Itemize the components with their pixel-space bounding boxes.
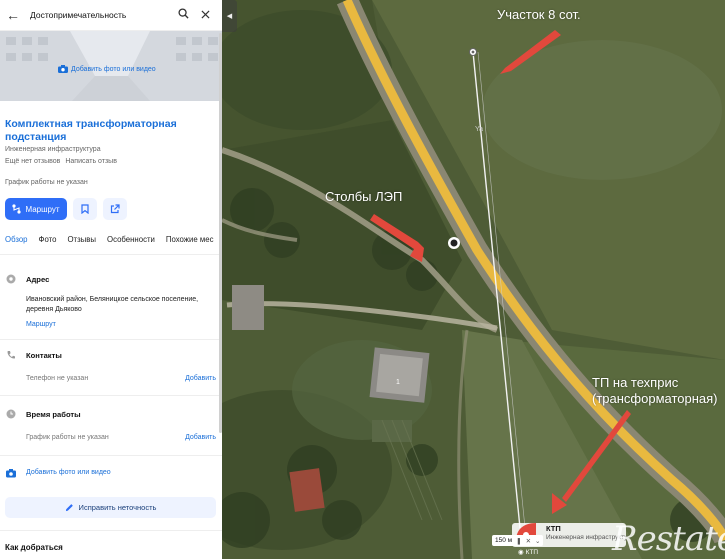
annotation-tp-line2: (трансформаторная)	[592, 391, 718, 406]
place-title[interactable]: Комплектная трансформаторная подстанция	[5, 118, 210, 144]
close-icon[interactable]: ✕	[526, 537, 531, 545]
route-icon	[12, 204, 22, 214]
chevron-down-icon[interactable]: ⌄	[535, 537, 540, 545]
phone-value: Телефон не указан	[26, 375, 89, 382]
tab-photos[interactable]: Фото	[39, 235, 57, 254]
address-label: Адрес	[26, 275, 50, 284]
annotation-tp-line1: ТП на техприс	[592, 375, 679, 390]
tab-similar[interactable]: Похожие мес	[166, 235, 214, 254]
divider	[0, 455, 222, 456]
share-button[interactable]	[103, 198, 127, 220]
add-phone-link[interactable]: Добавить	[185, 375, 216, 382]
divider	[0, 395, 222, 396]
map-scale: 150 м ❚ ✕ ⌄	[492, 535, 544, 546]
place-tabs: Обзор Фото Отзывы Особенности Похожие ме…	[0, 235, 222, 255]
road-label: Ya	[475, 126, 484, 133]
close-icon[interactable]	[194, 6, 216, 24]
hours-value: График работы не указан	[26, 434, 109, 441]
no-reviews-text: Ещё нет отзывов	[5, 158, 61, 165]
back-arrow-icon[interactable]: ←	[6, 7, 24, 23]
reviews-line: Ещё нет отзывов Написать отзыв	[5, 158, 117, 165]
route-button[interactable]: Маршрут	[5, 198, 67, 220]
satellite-map[interactable]: ◀ Участок 8 сот. Столбы ЛЭП ТП на техпри…	[222, 0, 725, 559]
add-photo-link[interactable]: Добавить фото или видео	[58, 65, 156, 73]
hours-label: Время работы	[26, 410, 81, 419]
hours-summary: График работы не указан	[5, 179, 88, 186]
ktp-small-text: КТП	[525, 548, 539, 556]
collapse-panel-button[interactable]: ◀	[222, 0, 237, 32]
place-category: Инженерная инфраструктура	[5, 146, 101, 153]
scale-value: 150 м	[495, 537, 513, 544]
bookmark-button[interactable]	[73, 198, 97, 220]
add-hours-link[interactable]: Добавить	[185, 434, 216, 441]
share-icon	[110, 204, 120, 214]
fix-inaccuracy-button[interactable]: Исправить неточность	[5, 497, 216, 518]
route-button-label: Маршрут	[25, 204, 60, 214]
search-bar: ← Достопримечательность	[0, 0, 222, 31]
fix-button-label: Исправить неточность	[78, 503, 157, 512]
contacts-label: Контакты	[26, 351, 62, 360]
ktp-card-title: КТП	[546, 524, 561, 533]
tab-overview[interactable]: Обзор	[5, 235, 28, 254]
search-icon[interactable]	[172, 6, 194, 24]
tab-features[interactable]: Особенности	[107, 235, 155, 254]
tab-reviews[interactable]: Отзывы	[67, 235, 96, 254]
add-photo-label: Добавить фото или видео	[71, 65, 156, 73]
search-input[interactable]: Достопримечательность	[24, 10, 172, 20]
divider	[0, 339, 222, 340]
address-route-link[interactable]: Маршрут	[26, 321, 56, 328]
pause-icon[interactable]: ❚	[516, 537, 521, 545]
place-card-panel: ← Достопримечательность Добавить фото ил…	[0, 0, 222, 559]
write-review-link[interactable]: Написать отзыв	[65, 158, 117, 165]
bookmark-icon	[81, 204, 89, 214]
phone-icon	[7, 351, 15, 359]
location-pin-icon	[6, 274, 16, 284]
annotation-poles: Столбы ЛЭП	[325, 189, 403, 204]
camera-icon	[6, 469, 16, 478]
ktp-small-label: ◉ КТП	[518, 548, 539, 557]
annotation-plot: Участок 8 сот.	[497, 7, 581, 22]
address-value: Ивановский район, Беляницкое сельское по…	[26, 296, 199, 313]
clock-icon	[6, 409, 16, 419]
house-number: 1	[396, 379, 400, 386]
how-to-get-heading: Как добраться	[5, 543, 63, 552]
divider	[0, 530, 222, 531]
pencil-icon	[65, 504, 73, 512]
add-media-link[interactable]: Добавить фото или видео	[26, 469, 111, 476]
restate-watermark: Restate	[612, 519, 725, 559]
target-icon: ◉	[518, 549, 524, 556]
camera-icon	[58, 65, 68, 73]
satellite-imagery	[222, 0, 725, 559]
